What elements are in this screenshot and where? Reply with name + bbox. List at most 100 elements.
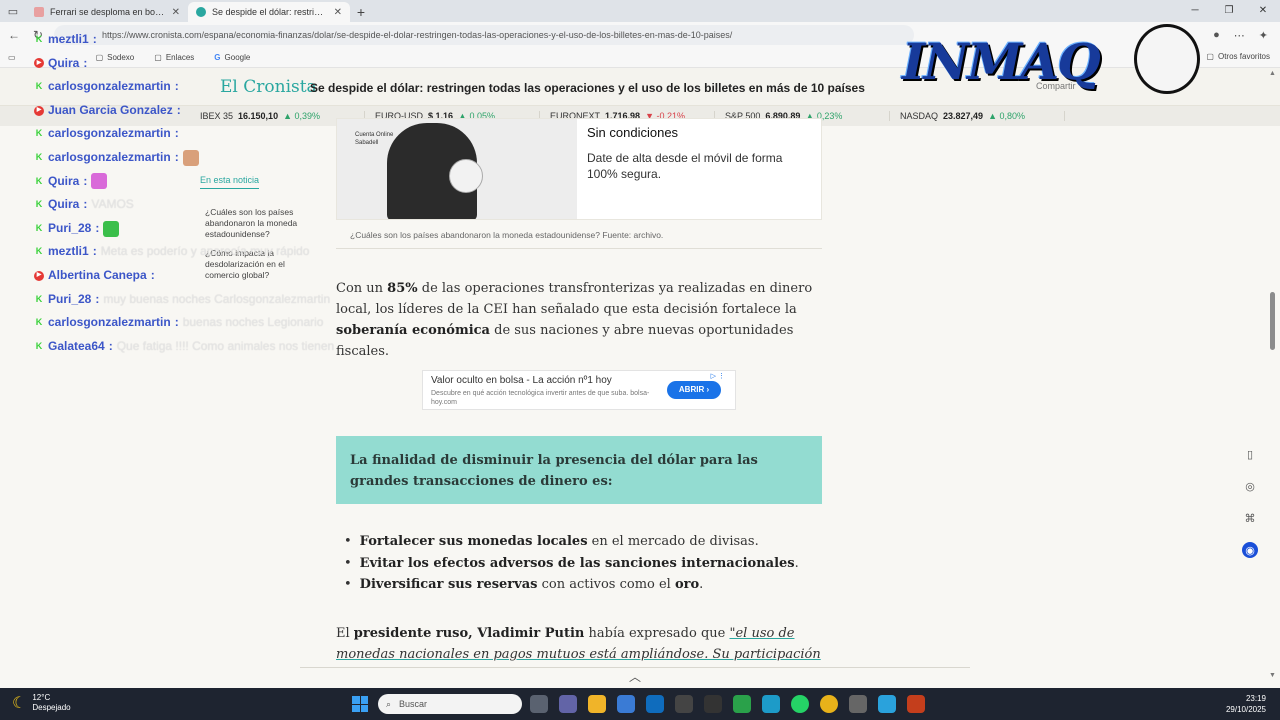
scroll-down-arrow-icon[interactable]: ▼ [1269, 672, 1276, 679]
chat-separator: : [92, 32, 97, 46]
unity-icon[interactable] [704, 695, 722, 713]
chat-emote [103, 220, 120, 237]
new-tab-button[interactable]: + [350, 2, 372, 22]
bullet-list: Fortalecer sus monedas locales en el mer… [344, 531, 799, 596]
kick-icon: K [35, 81, 43, 92]
reader-icon[interactable]: ▯ [1242, 446, 1258, 462]
adchoices-icon[interactable]: ▷ ⋮ [711, 372, 725, 380]
chat-text: Que fatiga !!!! Como animales nos tienen [116, 338, 335, 353]
back-icon[interactable]: ← [6, 28, 22, 42]
app-photo-icon[interactable] [849, 695, 867, 713]
open-ad-button[interactable]: ABRIR › [667, 381, 721, 399]
tab-title: Ferrari se desploma en bolsa por [50, 7, 166, 17]
chat-separator: : [92, 244, 97, 259]
chat-username[interactable]: Galatea64 [48, 335, 105, 359]
chat-username[interactable]: carlosgonzalezmartin [48, 146, 171, 170]
highlight-box: La finalidad de disminuir la presencia d… [336, 436, 822, 504]
favorites-toggle-icon[interactable]: ▭ [8, 53, 16, 62]
copilot-icon[interactable]: ✦ [1259, 29, 1268, 42]
tab-cronista[interactable]: Se despide el dólar: restringen to ✕ [188, 2, 350, 22]
browser-tab-strip: ▭ Ferrari se desploma en bolsa por ✕ Se … [0, 0, 1280, 22]
youtube-icon: ▶ [34, 58, 44, 69]
other-favorites[interactable]: ▢ Otros favoritos [1206, 52, 1270, 61]
app-green-icon[interactable] [733, 695, 751, 713]
taskbar-search[interactable]: ⌕ Buscar [378, 694, 522, 714]
profile-icon[interactable]: ● [1213, 29, 1220, 42]
chat-username[interactable]: carlosgonzalezmartin [48, 311, 171, 335]
moon-icon: ☾ [12, 695, 27, 712]
chat-username[interactable]: carlosgonzalezmartin [48, 75, 171, 99]
kick-icon: K [35, 128, 43, 139]
target-icon[interactable]: ◎ [1242, 478, 1258, 494]
copilot-icon[interactable]: ◉ [1242, 542, 1258, 558]
github-icon[interactable] [675, 695, 693, 713]
apps-icon[interactable]: ⌘ [1242, 510, 1258, 526]
maximize-icon[interactable]: ❐ [1212, 0, 1246, 22]
file-explorer-icon[interactable] [588, 695, 606, 713]
chat-username[interactable]: Puri_28 [48, 288, 91, 312]
tab-ferrari[interactable]: Ferrari se desploma en bolsa por ✕ [26, 2, 188, 22]
close-tab-icon[interactable]: ✕ [172, 7, 180, 18]
page-scrollbar[interactable]: ▲ ▼ [1268, 68, 1278, 686]
windows-start-icon[interactable] [352, 696, 368, 712]
list-item: Diversificar sus reservas con activos co… [344, 574, 799, 596]
inline-ad-desc: Descubre en qué acción tecnológica inver… [431, 390, 650, 406]
chat-message: K Galatea64: Que fatiga !!!! Como animales… [34, 335, 514, 359]
list-item: Evitar los efectos adversos de las sanci… [344, 553, 799, 575]
kick-icon: K [35, 151, 43, 162]
close-tab-icon[interactable]: ✕ [334, 7, 342, 18]
scrollbar-thumb[interactable] [1270, 292, 1275, 350]
chat-separator: : [174, 126, 179, 141]
chat-message: Kmeztli1: [34, 28, 514, 52]
minimize-icon[interactable]: ─ [1178, 0, 1212, 22]
tab-actions-icon[interactable]: ▭ [0, 0, 26, 22]
store-icon[interactable] [617, 695, 635, 713]
chat-username[interactable]: Albertina Canepa [48, 264, 147, 288]
outlook-icon[interactable] [646, 695, 664, 713]
youtube-icon: ▶ [34, 270, 44, 281]
kick-icon: K [35, 34, 43, 44]
ad-heading: Sin condiciones [587, 125, 679, 140]
chat-username[interactable]: meztli1 [48, 28, 89, 52]
clock-date: 29/10/2025 [1225, 705, 1266, 714]
bold-text: presidente ruso, Vladimir Putin [353, 626, 585, 641]
ticker-item[interactable]: NASDAQ 23.827,49 ▲ 0,80% [900, 111, 1065, 121]
chat-separator: : [174, 79, 179, 94]
ad-body: Date de alta desde el móvil de forma 100… [587, 151, 783, 181]
text: con activos como el [537, 577, 675, 592]
chat-username[interactable]: Juan Garcia Gonzalez [48, 99, 173, 123]
chat-message: ▶ Albertina Canepa: [34, 264, 514, 288]
chat-separator: : [95, 220, 100, 235]
chat-username[interactable]: Quira [48, 52, 79, 76]
powerpoint-icon[interactable] [907, 695, 925, 713]
task-view-icon[interactable] [530, 695, 548, 713]
more-icon[interactable]: ⋯ [1234, 29, 1245, 42]
edge-icon[interactable] [762, 695, 780, 713]
chat-username[interactable]: meztli1 [48, 240, 89, 264]
logo-seal [1134, 24, 1200, 94]
chat-username[interactable]: carlosgonzalezmartin [48, 122, 171, 146]
tab-favicon [34, 7, 44, 17]
scroll-up-button[interactable]: ︿ [300, 667, 970, 685]
chat-text: Meta es poderío y aparecía muy rápido [100, 244, 310, 259]
chat-text: buenas noches Legionario [182, 315, 324, 330]
telegram-icon[interactable] [878, 695, 896, 713]
inline-ad-title: Valor oculto en bolsa - La acción nº1 ho… [431, 375, 612, 386]
chrome-icon[interactable] [820, 695, 838, 713]
kick-icon: K [35, 246, 43, 257]
taskbar-clock[interactable]: 23:19 29/10/2025 [1226, 693, 1266, 715]
inline-ad[interactable]: Valor oculto en bolsa - La acción nº1 ho… [422, 370, 736, 410]
list-item: Fortalecer sus monedas locales en el mer… [344, 531, 799, 553]
teams-icon[interactable] [559, 695, 577, 713]
whatsapp-icon[interactable] [791, 695, 809, 713]
scroll-up-arrow-icon[interactable]: ▲ [1269, 70, 1276, 77]
close-window-icon[interactable]: ✕ [1246, 0, 1280, 22]
ticker-name: NASDAQ [900, 111, 939, 121]
search-placeholder: Buscar [399, 699, 428, 709]
chat-message: K Quira: VAMOS [34, 193, 514, 217]
chat-username[interactable]: Quira [48, 193, 79, 217]
chat-message: ▶ Quira: [34, 52, 514, 76]
weather-widget[interactable]: ☾ 12°C Despejado [12, 693, 71, 713]
chat-username[interactable]: Quira [48, 170, 79, 194]
chat-username[interactable]: Puri_28 [48, 217, 91, 241]
